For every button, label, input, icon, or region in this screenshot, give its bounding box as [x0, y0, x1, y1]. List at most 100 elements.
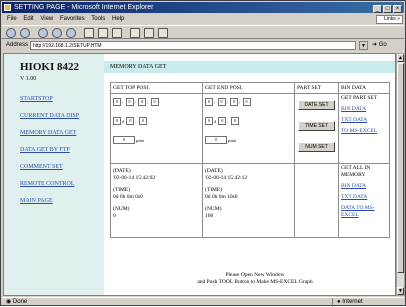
address-dropdown-icon[interactable]: ▼ — [359, 41, 368, 50]
end-d-input[interactable]: 0 — [205, 117, 213, 125]
links-button[interactable]: Links » — [376, 15, 403, 24]
nav-remote-control[interactable]: REMOTE CONTROL — [20, 181, 75, 187]
scroll-thumb[interactable] — [397, 63, 404, 273]
go-button[interactable]: ➜ Go — [372, 40, 387, 51]
end-num-label: (NUM) — [205, 206, 222, 212]
browser-window: SETTING PAGE - Microsoft Internet Explor… — [0, 0, 406, 307]
ie-logo-icon — [4, 4, 11, 11]
end-date-label: (DATE) — [205, 168, 223, 174]
favorites-icon[interactable] — [98, 28, 108, 38]
col-part-set: PART SET — [294, 82, 339, 94]
scroll-down-icon[interactable]: ▼ — [397, 287, 404, 295]
stop-icon[interactable] — [38, 28, 48, 38]
top-posi-inputs: 0/ 0/ 0/ 0 0d 0: 0 0 point — [110, 93, 203, 164]
all-to-excel-link[interactable]: DATA TO MS-EXCEL — [341, 205, 375, 218]
part-bin-data-link[interactable]: BIN DATA — [341, 106, 366, 112]
get-all-in-memory-label: GET ALL IN MEMORY — [341, 165, 371, 178]
top-day-input[interactable]: 0 — [138, 98, 146, 106]
nav-memory-data-get[interactable]: MEMORY DATA GET — [20, 130, 76, 136]
home-icon[interactable] — [66, 28, 76, 38]
page-viewport: HIOKI 8422 V 1.00 STARTSTOP CURRENT DATA… — [3, 53, 396, 296]
left-nav: HIOKI 8422 V 1.00 STARTSTOP CURRENT DATA… — [4, 54, 104, 295]
edit-icon[interactable] — [158, 28, 168, 38]
end-time-label: (TIME) — [205, 187, 223, 193]
top-posi-info: (DATE) '02-06-14 15:42:02 (TIME) 0d 0h 0… — [110, 163, 203, 238]
top-num-value: 0 — [113, 213, 116, 219]
menu-help[interactable]: Help — [112, 16, 124, 22]
status-bar: ◉ Done ● Internet — [2, 297, 404, 307]
top-time-value: 0d 0h 0m 0s0 — [113, 194, 143, 200]
address-input[interactable]: http://192.168.1.2/SETUP.HTM — [30, 41, 356, 50]
date-set-button[interactable]: DATE SET — [298, 100, 335, 110]
top-hour-input[interactable]: 0 — [150, 98, 159, 106]
end-posi-inputs: 0/ 0/ 0/ 0 0d 0: 0 0 point — [202, 93, 295, 164]
memory-get-table: GET TOP POSI. GET END POSI. PART SET BIN… — [110, 82, 390, 238]
end-day-input[interactable]: 0 — [230, 98, 238, 106]
menu-file[interactable]: File — [7, 16, 17, 22]
maximize-button[interactable]: □ — [383, 5, 392, 13]
end-date-value: '02-06-14 15:42:12 — [205, 175, 248, 181]
col-get-top-posi: GET TOP POSI. — [110, 82, 203, 94]
time-set-button[interactable]: TIME SET — [298, 121, 335, 131]
top-month-input[interactable]: 0 — [125, 98, 134, 106]
col-bin-data: BIN DATA — [338, 82, 390, 94]
top-time-label: (TIME) — [113, 187, 131, 193]
top-h-input[interactable]: 0 — [126, 117, 135, 125]
all-txt-data-link[interactable]: TXT DATA — [341, 194, 367, 200]
top-date-label: (DATE) — [113, 168, 131, 174]
part-bin-links: GET PART SET BIN DATA TXT DATA TO MS-EXC… — [338, 93, 390, 164]
address-label: Address — [6, 42, 29, 48]
part-txt-data-link[interactable]: TXT DATA — [341, 117, 367, 123]
end-h-input[interactable]: 0 — [218, 117, 227, 125]
menu-edit[interactable]: Edit — [23, 16, 33, 22]
search-icon[interactable] — [84, 28, 94, 38]
end-hour-input[interactable]: 0 — [242, 98, 251, 106]
note-line-1: Please Open New Window — [225, 272, 285, 278]
all-bin-links: GET ALL IN MEMORY BIN DATA TXT DATA DATA… — [338, 163, 390, 238]
note-line-2: and Push TOOL Button to Make MS-EXCEL Gr… — [197, 279, 313, 285]
end-year-input[interactable]: 0 — [205, 98, 213, 106]
vertical-scrollbar[interactable]: ▲ ▼ — [396, 53, 405, 296]
menu-tools[interactable]: Tools — [91, 16, 105, 22]
close-button[interactable]: × — [393, 5, 402, 13]
nav-current-data-disp[interactable]: CURRENT DATA DISP — [20, 113, 79, 119]
col-get-end-posi: GET END POSI. — [202, 82, 295, 94]
menu-favorites[interactable]: Favorites — [60, 16, 85, 22]
nav-main-page[interactable]: MAIN PAGE — [20, 198, 53, 204]
address-bar: Address http://192.168.1.2/SETUP.HTM ▼ ➜… — [2, 40, 404, 51]
end-point-input[interactable]: 0 — [205, 136, 227, 144]
mail-icon[interactable] — [130, 28, 140, 38]
scroll-up-icon[interactable]: ▲ — [397, 54, 404, 62]
top-year-input[interactable]: 0 — [113, 98, 121, 106]
toolbar — [2, 25, 404, 39]
version-label: V 1.00 — [20, 76, 37, 82]
top-m-input[interactable]: 0 — [138, 117, 147, 125]
main-panel: MEMORY DATA GET GET TOP POSI. GET END PO… — [104, 54, 395, 295]
all-bin-data-link[interactable]: BIN DATA — [341, 183, 366, 189]
end-month-input[interactable]: 0 — [217, 98, 226, 106]
menu-view[interactable]: View — [40, 16, 53, 22]
page-header: MEMORY DATA GET — [104, 61, 395, 73]
end-posi-info: (DATE) '02-06-14 15:42:12 (TIME) 0d 0h 0… — [202, 163, 295, 238]
top-point-input[interactable]: 0 — [113, 136, 135, 144]
num-set-button[interactable]: NUM SET — [298, 142, 335, 152]
end-num-value: 100 — [205, 213, 214, 219]
part-set-buttons: DATE SET TIME SET NUM SET — [294, 93, 339, 164]
minimize-button[interactable]: _ — [373, 5, 382, 13]
back-icon[interactable] — [6, 28, 16, 38]
nav-startstop[interactable]: STARTSTOP — [20, 96, 53, 102]
refresh-icon[interactable] — [52, 28, 62, 38]
top-d-input[interactable]: 0 — [113, 117, 121, 125]
end-time-value: 0d 0h 0m 10s0 — [205, 194, 238, 200]
end-m-input[interactable]: 0 — [230, 117, 239, 125]
print-icon[interactable] — [144, 28, 154, 38]
forward-icon[interactable] — [20, 28, 30, 38]
nav-data-get-by-ftp[interactable]: DATA GET BY FTP — [20, 147, 70, 153]
part-to-excel-link[interactable]: TO MS-EXCEL — [341, 128, 377, 134]
window-title: SETTING PAGE - Microsoft Internet Explor… — [14, 4, 154, 11]
menu-bar: File Edit View Favorites Tools Help Link… — [2, 14, 404, 24]
get-part-set-label: GET PART SET — [341, 95, 378, 101]
history-icon[interactable] — [112, 28, 122, 38]
nav-comment-set[interactable]: COMMENT SET — [20, 164, 63, 170]
title-bar: SETTING PAGE - Microsoft Internet Explor… — [2, 2, 404, 13]
